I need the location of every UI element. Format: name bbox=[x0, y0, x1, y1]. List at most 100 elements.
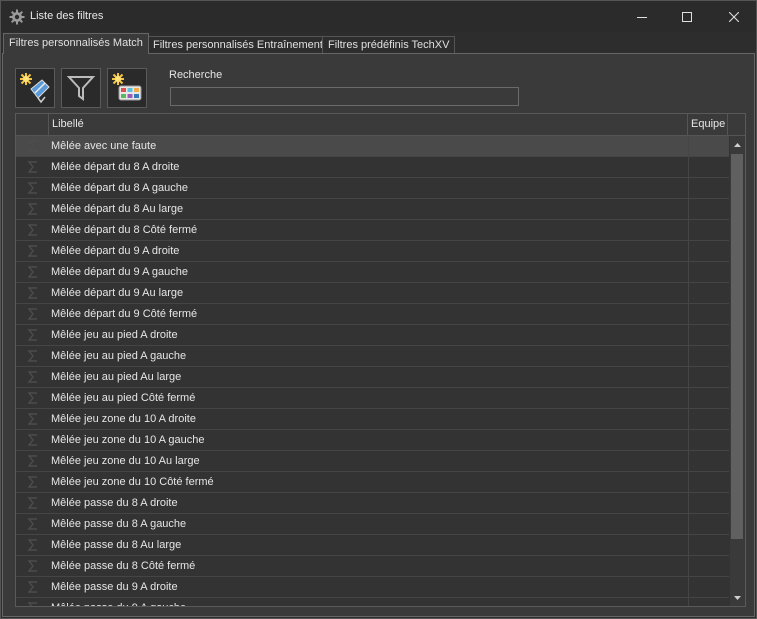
row-icon-cell bbox=[16, 283, 49, 303]
table-row[interactable]: Mêlée jeu au pied A droite bbox=[16, 325, 729, 346]
row-label: Mêlée jeu zone du 10 Côté fermé bbox=[51, 476, 214, 488]
row-team-cell bbox=[688, 346, 728, 366]
row-icon-cell bbox=[16, 556, 49, 576]
row-label: Mêlée jeu au pied A droite bbox=[51, 329, 178, 341]
row-label: Mêlée passe du 9 A droite bbox=[51, 581, 178, 593]
row-icon-cell bbox=[16, 346, 49, 366]
title-bar[interactable]: Liste des filtres bbox=[1, 1, 756, 32]
column-header-team[interactable]: Equipe bbox=[688, 114, 728, 135]
vertical-scrollbar[interactable] bbox=[730, 136, 745, 606]
row-team-cell bbox=[688, 325, 728, 345]
close-button[interactable] bbox=[711, 1, 756, 32]
table-row[interactable]: Mêlée jeu au pied Au large bbox=[16, 367, 729, 388]
row-label: Mêlée jeu au pied Au large bbox=[51, 371, 182, 383]
row-icon-cell bbox=[16, 367, 49, 387]
row-team-cell bbox=[688, 493, 728, 513]
table-row[interactable]: Mêlée départ du 8 A gauche bbox=[16, 178, 729, 199]
filter-button[interactable] bbox=[61, 68, 101, 108]
scroll-thumb[interactable] bbox=[731, 154, 743, 539]
scroll-up-button[interactable] bbox=[730, 137, 745, 152]
table-row[interactable]: Mêlée départ du 8 Au large bbox=[16, 199, 729, 220]
row-label: Mêlée passe du 8 Côté fermé bbox=[51, 560, 196, 572]
row-team-cell bbox=[688, 577, 728, 597]
column-header-label[interactable]: Libellé bbox=[49, 114, 688, 135]
row-team-cell bbox=[688, 178, 728, 198]
sigma-icon bbox=[27, 371, 37, 383]
row-label: Mêlée départ du 8 Au large bbox=[51, 203, 184, 215]
sigma-icon bbox=[27, 413, 37, 425]
row-label: Mêlée départ du 8 Côté fermé bbox=[51, 224, 198, 236]
table-row[interactable]: Mêlée jeu zone du 10 A gauche bbox=[16, 430, 729, 451]
table-row[interactable]: Mêlée passe du 8 Au large bbox=[16, 535, 729, 556]
table-row[interactable]: Mêlée jeu au pied Côté fermé bbox=[16, 388, 729, 409]
table-row[interactable]: Mêlée jeu zone du 10 A droite bbox=[16, 409, 729, 430]
row-team-cell bbox=[688, 241, 728, 261]
filters-grid: Libellé Equipe Mêlée avec une faute Mêlée… bbox=[15, 113, 746, 607]
sigma-icon bbox=[27, 539, 37, 551]
row-icon-cell bbox=[16, 178, 49, 198]
scroll-down-button[interactable] bbox=[730, 590, 745, 605]
sigma-icon bbox=[27, 476, 37, 488]
table-row[interactable]: Mêlée départ du 8 A droite bbox=[16, 157, 729, 178]
row-team-cell bbox=[688, 262, 728, 282]
tab-match-filters[interactable]: Filtres personnalisés Match bbox=[3, 33, 149, 54]
row-label: Mêlée jeu zone du 10 Au large bbox=[51, 455, 200, 467]
table-row[interactable]: Mêlée passe du 8 A gauche bbox=[16, 514, 729, 535]
sigma-icon bbox=[27, 518, 37, 530]
new-filter-button[interactable] bbox=[15, 68, 55, 108]
row-label: Mêlée départ du 9 Au large bbox=[51, 287, 184, 299]
row-icon-cell bbox=[16, 388, 49, 408]
table-row[interactable]: Mêlée jeu zone du 10 Au large bbox=[16, 451, 729, 472]
table-row[interactable]: Mêlée passe du 8 A droite bbox=[16, 493, 729, 514]
row-team-cell bbox=[688, 430, 728, 450]
row-icon-cell bbox=[16, 409, 49, 429]
gear-icon bbox=[9, 9, 25, 25]
row-icon-cell bbox=[16, 157, 49, 177]
row-label: Mêlée départ du 9 A gauche bbox=[51, 266, 188, 278]
table-row[interactable]: Mêlée avec une faute bbox=[16, 136, 729, 157]
table-row[interactable]: Mêlée départ du 9 Côté fermé bbox=[16, 304, 729, 325]
row-icon-cell bbox=[16, 451, 49, 471]
sigma-icon bbox=[27, 434, 37, 446]
scroll-up-arrow-icon bbox=[734, 142, 741, 147]
minimize-button[interactable] bbox=[619, 1, 664, 32]
grid-header: Libellé Equipe bbox=[16, 114, 745, 136]
sigma-icon bbox=[27, 329, 37, 341]
tab-predefined-filters[interactable]: Filtres prédéfinis TechXV bbox=[322, 36, 456, 54]
maximize-icon bbox=[681, 11, 692, 22]
search-input[interactable] bbox=[170, 87, 519, 106]
sigma-icon bbox=[27, 287, 37, 299]
row-label: Mêlée passe du 8 A gauche bbox=[51, 518, 187, 530]
row-team-cell bbox=[688, 220, 728, 240]
tab-training-filters[interactable]: Filtres personnalisés Entraînement bbox=[147, 36, 329, 54]
table-row[interactable]: Mêlée passe du 9 A droite bbox=[16, 577, 729, 598]
row-label: Mêlée jeu zone du 10 A droite bbox=[51, 413, 196, 425]
table-row[interactable]: Mêlée jeu zone du 10 Côté fermé bbox=[16, 472, 729, 493]
row-label: Mêlée jeu au pied Côté fermé bbox=[51, 392, 196, 404]
table-row[interactable]: Mêlée passe du 8 Côté fermé bbox=[16, 556, 729, 577]
row-icon-cell bbox=[16, 535, 49, 555]
table-row[interactable]: Mêlée départ du 9 A droite bbox=[16, 241, 729, 262]
row-label: Mêlée jeu au pied A gauche bbox=[51, 350, 187, 362]
column-header-icon[interactable] bbox=[16, 114, 49, 135]
row-icon-cell bbox=[16, 262, 49, 282]
row-team-cell bbox=[688, 535, 728, 555]
row-team-cell bbox=[688, 157, 728, 177]
table-row[interactable]: Mêlée passe du 9 A gauche bbox=[16, 598, 729, 606]
row-label: Mêlée départ du 8 A droite bbox=[51, 161, 180, 173]
table-row[interactable]: Mêlée départ du 9 Au large bbox=[16, 283, 729, 304]
row-team-cell bbox=[688, 514, 728, 534]
new-grid-filter-button[interactable] bbox=[107, 68, 147, 108]
table-row[interactable]: Mêlée départ du 9 A gauche bbox=[16, 262, 729, 283]
row-label: Mêlée passe du 8 A droite bbox=[51, 497, 178, 509]
row-team-cell bbox=[688, 367, 728, 387]
search-label: Recherche bbox=[169, 69, 223, 81]
row-label: Mêlée départ du 8 A gauche bbox=[51, 182, 188, 194]
row-icon-cell bbox=[16, 136, 49, 156]
sigma-icon bbox=[27, 266, 37, 278]
sigma-icon bbox=[27, 602, 37, 606]
maximize-button[interactable] bbox=[664, 1, 709, 32]
sigma-icon bbox=[27, 245, 37, 257]
table-row[interactable]: Mêlée départ du 8 Côté fermé bbox=[16, 220, 729, 241]
table-row[interactable]: Mêlée jeu au pied A gauche bbox=[16, 346, 729, 367]
